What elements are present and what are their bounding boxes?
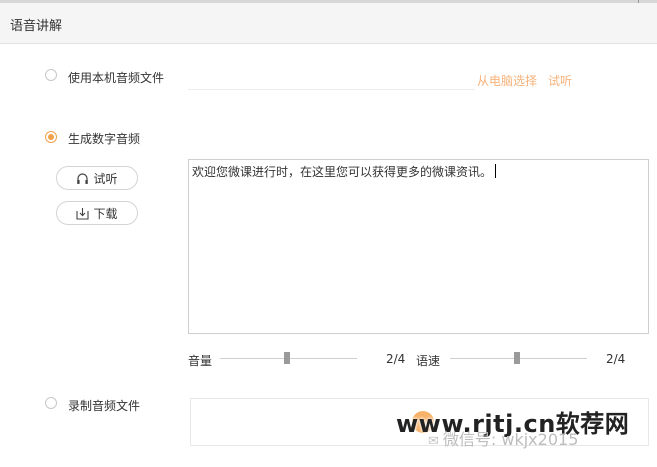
speech-text-input[interactable]: 欢迎您微课进行时，在这里您可以获得更多的微课资讯。	[188, 159, 649, 334]
choose-from-computer-link[interactable]: 从电脑选择	[477, 72, 537, 89]
label-digital-audio: 生成数字音频	[68, 132, 141, 146]
watermark-wechat-text: 微信号: wkjx2015	[442, 430, 579, 449]
watermark-wechat: ✉ 微信号: wkjx2015	[428, 426, 578, 450]
speed-label: 语速	[416, 354, 441, 368]
local-audio-file-field[interactable]	[188, 89, 475, 90]
headphones-icon	[77, 172, 89, 184]
radio-local-audio[interactable]	[45, 69, 57, 81]
volume-slider-thumb[interactable]	[284, 352, 290, 364]
text-caret	[495, 164, 497, 178]
download-button[interactable]: 下载	[56, 201, 138, 225]
preview-button[interactable]: 试听	[56, 166, 138, 190]
radio-digital-audio[interactable]	[45, 131, 57, 143]
volume-value: 2/4	[386, 352, 406, 366]
panel-header: 语音讲解	[0, 3, 657, 44]
preview-button-label: 试听	[93, 171, 118, 186]
wechat-icon: ✉	[428, 434, 439, 449]
speed-value: 2/4	[606, 352, 626, 366]
speech-text-value: 欢迎您微课进行时，在这里您可以获得更多的微课资讯。	[192, 165, 493, 179]
speed-slider-thumb[interactable]	[514, 352, 520, 364]
volume-label: 音量	[188, 354, 213, 368]
local-preview-link[interactable]: 试听	[548, 72, 572, 89]
label-record-audio: 录制音频文件	[68, 399, 141, 413]
download-icon	[76, 207, 90, 220]
download-button-label: 下载	[93, 206, 118, 221]
panel-title: 语音讲解	[10, 19, 63, 34]
radio-record-audio[interactable]	[45, 397, 57, 409]
label-local-audio: 使用本机音频文件	[68, 71, 165, 85]
